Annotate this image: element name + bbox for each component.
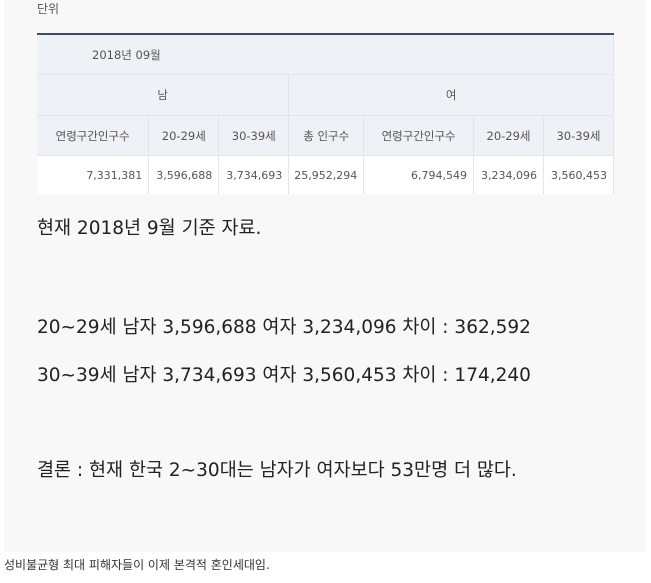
table-cell: 6,794,549 <box>363 155 475 194</box>
table-cell: 3,234,096 <box>473 155 544 194</box>
col-header: 연령구간인구수 <box>37 115 150 156</box>
body-line-3: 30~39세 남자 3,734,693 여자 3,560,453 차이 : 17… <box>37 365 531 386</box>
body-line-2: 20~29세 남자 3,596,688 여자 3,234,096 차이 : 36… <box>37 317 531 338</box>
table-cell: 25,952,294 <box>288 155 365 194</box>
body-line-4: 결론 : 현재 한국 2~30대는 남자가 여자보다 53만명 더 많다. <box>37 460 517 481</box>
col-header: 총 인구수 <box>288 115 365 156</box>
population-table: 2018년 09월 남 여 연령구간인구수 20-29세 30-39세 총 인구… <box>37 35 614 194</box>
image-caption: 성비불균형 최대 피해자들이 이제 본격적 혼인세대임. <box>4 558 270 572</box>
table-cell: 3,560,453 <box>543 155 614 194</box>
col-header: 20-29세 <box>473 115 544 156</box>
population-table-wrap: 단위 2018년 09월 남 여 연령구간인구수 20-29세 30-39세 총… <box>37 0 614 194</box>
table-cell: 3,596,688 <box>148 155 220 194</box>
col-header: 연령구간인구수 <box>363 115 475 156</box>
female-header: 여 <box>288 74 614 116</box>
body-line-1: 현재 2018년 9월 기준 자료. <box>37 218 262 239</box>
col-header: 30-39세 <box>543 115 614 156</box>
post-card: 단위 2018년 09월 남 여 연령구간인구수 20-29세 30-39세 총… <box>4 0 645 552</box>
col-header: 20-29세 <box>148 115 220 156</box>
table-cell: 7,331,381 <box>37 155 150 194</box>
period-header: 2018년 09월 <box>37 35 614 75</box>
unit-label: 단위 <box>37 3 60 15</box>
male-header: 남 <box>37 74 290 116</box>
col-header: 30-39세 <box>218 115 290 156</box>
table-cell: 3,734,693 <box>218 155 290 194</box>
